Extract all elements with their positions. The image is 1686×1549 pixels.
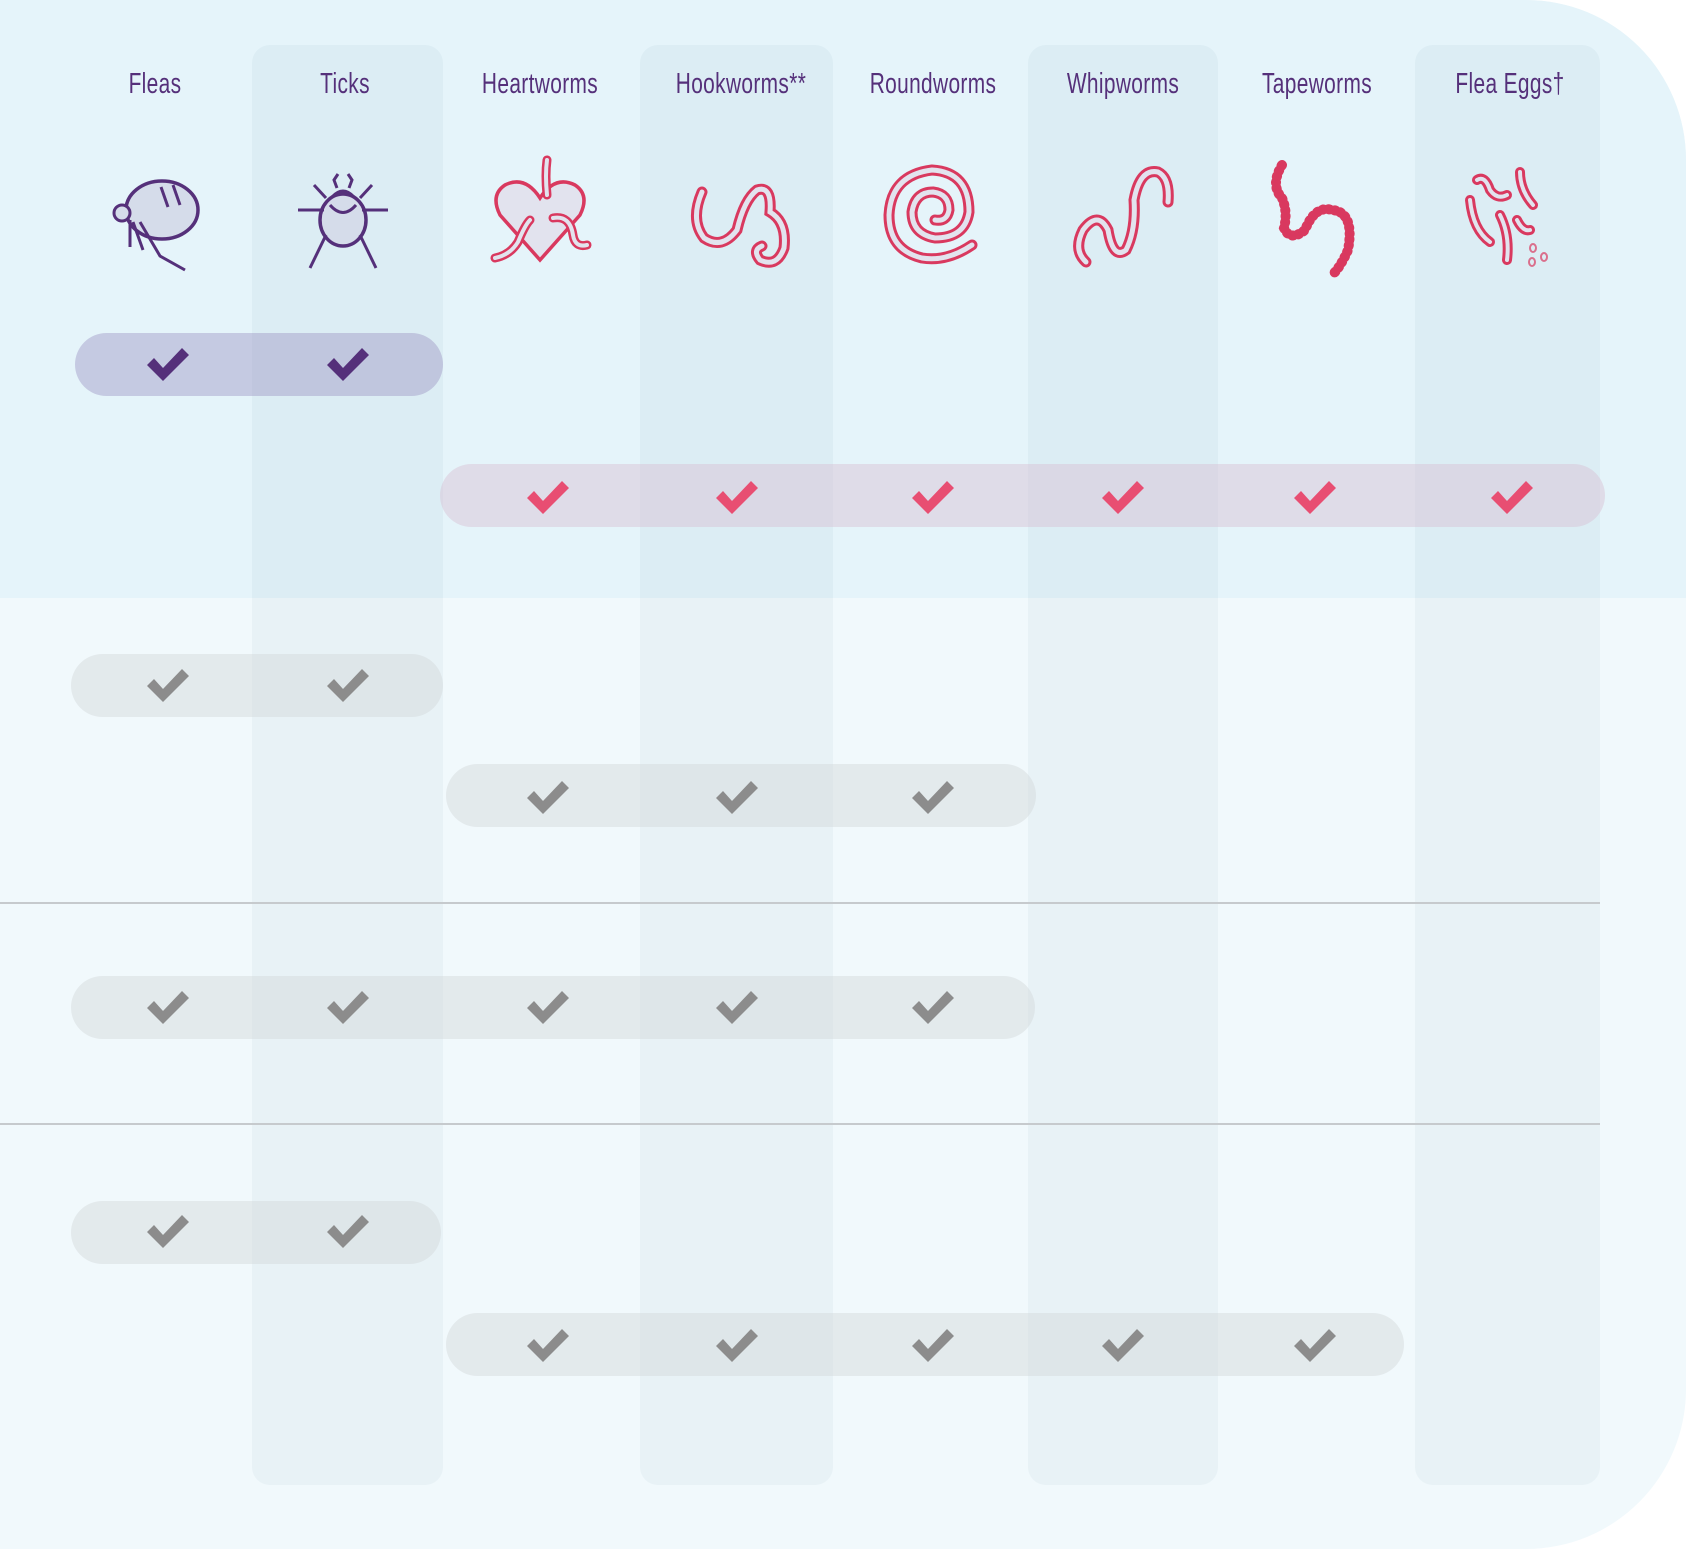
checkmark-icon — [714, 988, 760, 1026]
column-header-roundworms: Roundworms — [869, 68, 997, 100]
flea-eggs-icon — [1455, 150, 1565, 280]
hookworm-icon — [682, 150, 792, 280]
checkmark-icon — [145, 666, 191, 704]
tapeworm-icon — [1260, 150, 1370, 280]
whipworm-icon — [1068, 150, 1178, 280]
column-header-heartworms: Heartworms — [481, 68, 599, 100]
heartworm-icon — [485, 150, 595, 280]
checkmark-icon — [525, 1326, 571, 1364]
column-header-flea-eggs: Flea Eggs† — [1455, 68, 1565, 100]
section-divider — [0, 902, 1600, 904]
checkmark-icon — [145, 988, 191, 1026]
tick-icon — [290, 150, 400, 280]
checkmark-icon — [910, 988, 956, 1026]
checkmark-icon — [1292, 478, 1338, 516]
column-header-whipworms: Whipworms — [1066, 68, 1180, 100]
checkmark-icon — [1100, 478, 1146, 516]
row-1-coverage-pill — [75, 333, 443, 396]
row-6-coverage-pill — [71, 1201, 441, 1264]
checkmark-icon — [1489, 478, 1535, 516]
checkmark-icon — [714, 478, 760, 516]
section-divider — [0, 1123, 1600, 1125]
row-2-coverage-pill — [440, 464, 1605, 527]
checkmark-icon — [325, 1212, 371, 1250]
checkmark-icon — [145, 1212, 191, 1250]
checkmark-icon — [325, 666, 371, 704]
checkmark-icon — [910, 1326, 956, 1364]
checkmark-icon — [714, 778, 760, 816]
checkmark-icon — [325, 345, 371, 383]
checkmark-icon — [910, 778, 956, 816]
checkmark-icon — [525, 478, 571, 516]
flea-icon — [100, 150, 210, 280]
checkmark-icon — [1100, 1326, 1146, 1364]
column-header-ticks: Ticks — [320, 68, 370, 100]
checkmark-icon — [910, 478, 956, 516]
checkmark-icon — [525, 988, 571, 1026]
checkmark-icon — [714, 1326, 760, 1364]
checkmark-icon — [145, 345, 191, 383]
checkmark-icon — [325, 988, 371, 1026]
roundworm-icon — [877, 150, 987, 280]
column-header-fleas: Fleas — [128, 68, 182, 100]
checkmark-icon — [1292, 1326, 1338, 1364]
checkmark-icon — [525, 778, 571, 816]
row-3-coverage-pill — [71, 654, 443, 717]
column-header-hookworms: Hookworms** — [675, 68, 807, 100]
column-header-tapeworms: Tapeworms — [1261, 68, 1373, 100]
comparison-card: Fleas Ticks Heartworms Hookworms** Round… — [0, 0, 1686, 1549]
